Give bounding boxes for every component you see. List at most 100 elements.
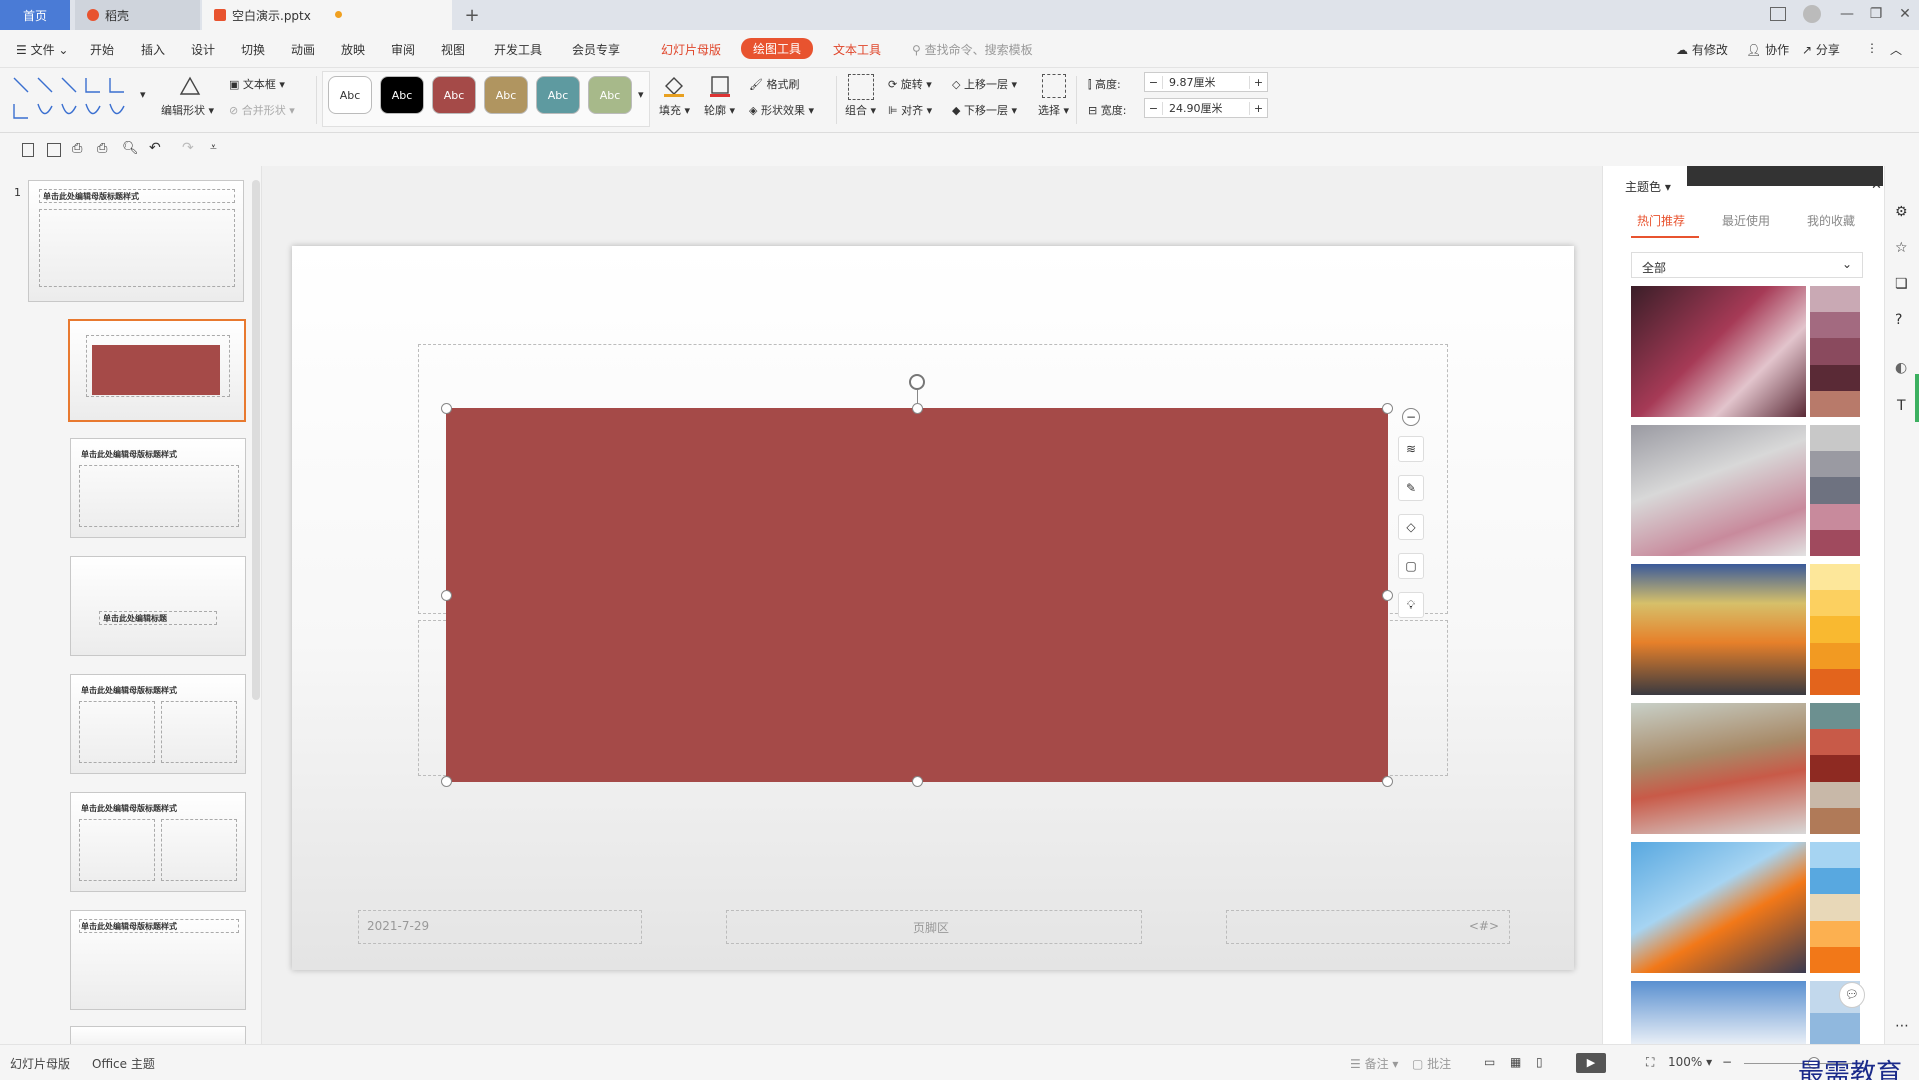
select-button[interactable]: 选择 ▾ <box>1038 102 1069 118</box>
layers-icon[interactable]: ≋ <box>1398 436 1424 462</box>
tab-recent[interactable]: 最近使用 <box>1722 212 1770 229</box>
width-stepper[interactable]: − 24.90厘米 + <box>1144 98 1268 118</box>
edit-shape-button[interactable]: 编辑形状 ▾ <box>161 102 214 118</box>
height-stepper[interactable]: − 9.87厘米 + <box>1144 72 1268 92</box>
layout-thumbnail[interactable]: 单击此处编辑母版标题样式 <box>70 674 246 774</box>
theme-filter-select[interactable]: 全部 ⌄ <box>1631 252 1863 278</box>
format-painter-button[interactable]: 🖌︎ 格式刷 <box>749 76 799 92</box>
layout-thumbnail[interactable]: 单击此处编辑母版标题样式 <box>70 792 246 892</box>
menu-slide-master[interactable]: 幻灯片母版 <box>661 41 721 58</box>
theme-image-city[interactable] <box>1631 564 1806 695</box>
height-field[interactable]: 9.87厘米 <box>1163 74 1249 90</box>
layout-thumbnail[interactable] <box>70 1026 246 1044</box>
slide[interactable]: 2021-7-29 页脚区 <#> − ≋ ✎ ◇ ▢ 💡︎ <box>292 246 1574 970</box>
menu-animation[interactable]: 动画 <box>291 41 315 58</box>
line-shapes-gallery[interactable] <box>10 74 150 124</box>
redo-icon[interactable]: ↷ <box>182 140 194 156</box>
pen-icon[interactable]: ✎ <box>1398 475 1424 501</box>
tab-favorites[interactable]: 我的收藏 <box>1807 212 1855 229</box>
collab-button[interactable]: 👤︎ 协作 <box>1746 41 1789 58</box>
resize-handle-n[interactable] <box>912 403 923 414</box>
lightbulb-icon[interactable]: 💡︎ <box>1398 592 1424 618</box>
modified-button[interactable]: ☁ 有修改 <box>1676 41 1728 58</box>
file-menu[interactable]: ☰ 文件 ⌄ <box>16 41 68 58</box>
shape-style-2[interactable]: Abc <box>380 76 424 114</box>
tab-daoke[interactable]: 稻壳 <box>75 0 200 30</box>
textbox-button[interactable]: ▣ 文本框 ▾ <box>229 76 285 92</box>
gallery-scroll-icon[interactable]: ▾ <box>140 88 146 101</box>
group-button[interactable]: 组合 ▾ <box>845 102 876 118</box>
more-icon[interactable]: ⋮ <box>1866 41 1878 55</box>
chat-bubble-icon[interactable]: 💬︎ <box>1839 982 1865 1008</box>
menu-text-tools[interactable]: 文本工具 <box>833 41 881 58</box>
restore-button[interactable]: ❐ <box>1864 6 1888 22</box>
merge-shape-button[interactable]: ⊘ 合并形状 ▾ <box>229 102 295 118</box>
undo-icon[interactable]: ↶ <box>149 140 161 156</box>
height-increase-button[interactable]: + <box>1249 75 1267 89</box>
date-placeholder[interactable]: 2021-7-29 <box>358 910 642 944</box>
text-icon[interactable]: T <box>1897 398 1906 414</box>
theme-image-lounge[interactable] <box>1631 703 1806 834</box>
layout-thumbnail-selected[interactable] <box>68 319 246 422</box>
menu-member[interactable]: 会员专享 <box>572 41 620 58</box>
comments-button[interactable]: ▢ 批注 <box>1412 1055 1451 1072</box>
master-thumbnail[interactable]: 单击此处编辑母版标题样式 <box>28 180 244 302</box>
resize-handle-s[interactable] <box>912 776 923 787</box>
save-icon[interactable] <box>47 143 61 157</box>
new-doc-icon[interactable] <box>22 143 34 157</box>
palette-2[interactable] <box>1810 425 1860 556</box>
notes-button[interactable]: ☰ 备注 ▾ <box>1350 1055 1398 1072</box>
reading-view-icon[interactable]: ▯ <box>1536 1055 1543 1069</box>
resize-handle-ne[interactable] <box>1382 403 1393 414</box>
fill-button[interactable]: 填充 ▾ <box>659 102 690 118</box>
copy-icon[interactable]: ❏ <box>1895 276 1908 292</box>
menu-home[interactable]: 开始 <box>90 41 114 58</box>
palette-4[interactable] <box>1810 703 1860 834</box>
settings-sliders-icon[interactable]: ⚙ <box>1895 204 1908 220</box>
tab-home[interactable]: 首页 <box>0 0 70 30</box>
palette-5[interactable] <box>1810 842 1860 973</box>
close-button[interactable]: ✕ <box>1893 6 1917 22</box>
height-decrease-button[interactable]: − <box>1145 75 1163 89</box>
command-search[interactable]: ⚲ 查找命令、搜索模板 <box>912 41 1033 58</box>
outline-button[interactable]: 轮廓 ▾ <box>704 102 735 118</box>
menu-view[interactable]: 视图 <box>441 41 465 58</box>
fit-window-icon[interactable]: ⛶ <box>1646 1055 1654 1070</box>
menu-drawing-tools[interactable]: 绘图工具 <box>741 38 814 59</box>
menu-transition[interactable]: 切换 <box>241 41 265 58</box>
outline-frame-icon[interactable]: ▢ <box>1398 553 1424 579</box>
output-icon[interactable]: ⎙ <box>72 141 82 156</box>
palette-3[interactable] <box>1810 564 1860 695</box>
pin-icon[interactable]: ☆ <box>1895 240 1908 256</box>
layout-thumbnail[interactable]: 单击此处编辑母版标题样式 <box>70 910 246 1010</box>
menu-slideshow[interactable]: 放映 <box>341 41 365 58</box>
print-icon[interactable]: ⎙ <box>97 141 107 156</box>
palette-1[interactable] <box>1810 286 1860 417</box>
bring-forward-button[interactable]: ◇ 上移一层 ▾ <box>952 76 1017 92</box>
footer-placeholder[interactable]: 页脚区 <box>726 910 1142 944</box>
panel-close-icon[interactable]: ✕ <box>1871 178 1882 193</box>
align-button[interactable]: ⊫ 对齐 ▾ <box>888 102 932 118</box>
collapse-float-toolbar-icon[interactable]: − <box>1402 408 1420 426</box>
layout-thumbnail[interactable]: 单击此处编辑标题 <box>70 556 246 656</box>
width-field[interactable]: 24.90厘米 <box>1163 100 1249 116</box>
slide-sorter-icon[interactable]: ▦ <box>1510 1055 1521 1069</box>
zoom-out-button[interactable]: − <box>1722 1055 1732 1069</box>
theme-image-architecture[interactable] <box>1631 842 1806 973</box>
normal-view-icon[interactable]: ▭ <box>1484 1055 1495 1069</box>
menu-design[interactable]: 设计 <box>191 41 215 58</box>
page-number-placeholder[interactable]: <#> <box>1226 910 1510 944</box>
send-backward-button[interactable]: ◆ 下移一层 ▾ <box>952 102 1017 118</box>
menu-insert[interactable]: 插入 <box>141 41 165 58</box>
resize-handle-e[interactable] <box>1382 590 1393 601</box>
rotate-button[interactable]: ⟳ 旋转 ▾ <box>888 76 932 92</box>
thumbnail-scrollbar[interactable] <box>252 180 260 700</box>
style-gallery-more-icon[interactable]: ▾ <box>638 88 644 101</box>
avatar[interactable] <box>1803 5 1821 23</box>
shape-style-1[interactable]: Abc <box>328 76 372 114</box>
layout-thumbnail[interactable]: 单击此处编辑母版标题样式 <box>70 438 246 538</box>
zoom-level[interactable]: 100% ▾ <box>1668 1055 1712 1069</box>
shape-style-5[interactable]: Abc <box>536 76 580 114</box>
play-slideshow-button[interactable]: ▶ <box>1576 1053 1606 1073</box>
more-dots-icon[interactable]: ⋯ <box>1895 1018 1909 1034</box>
